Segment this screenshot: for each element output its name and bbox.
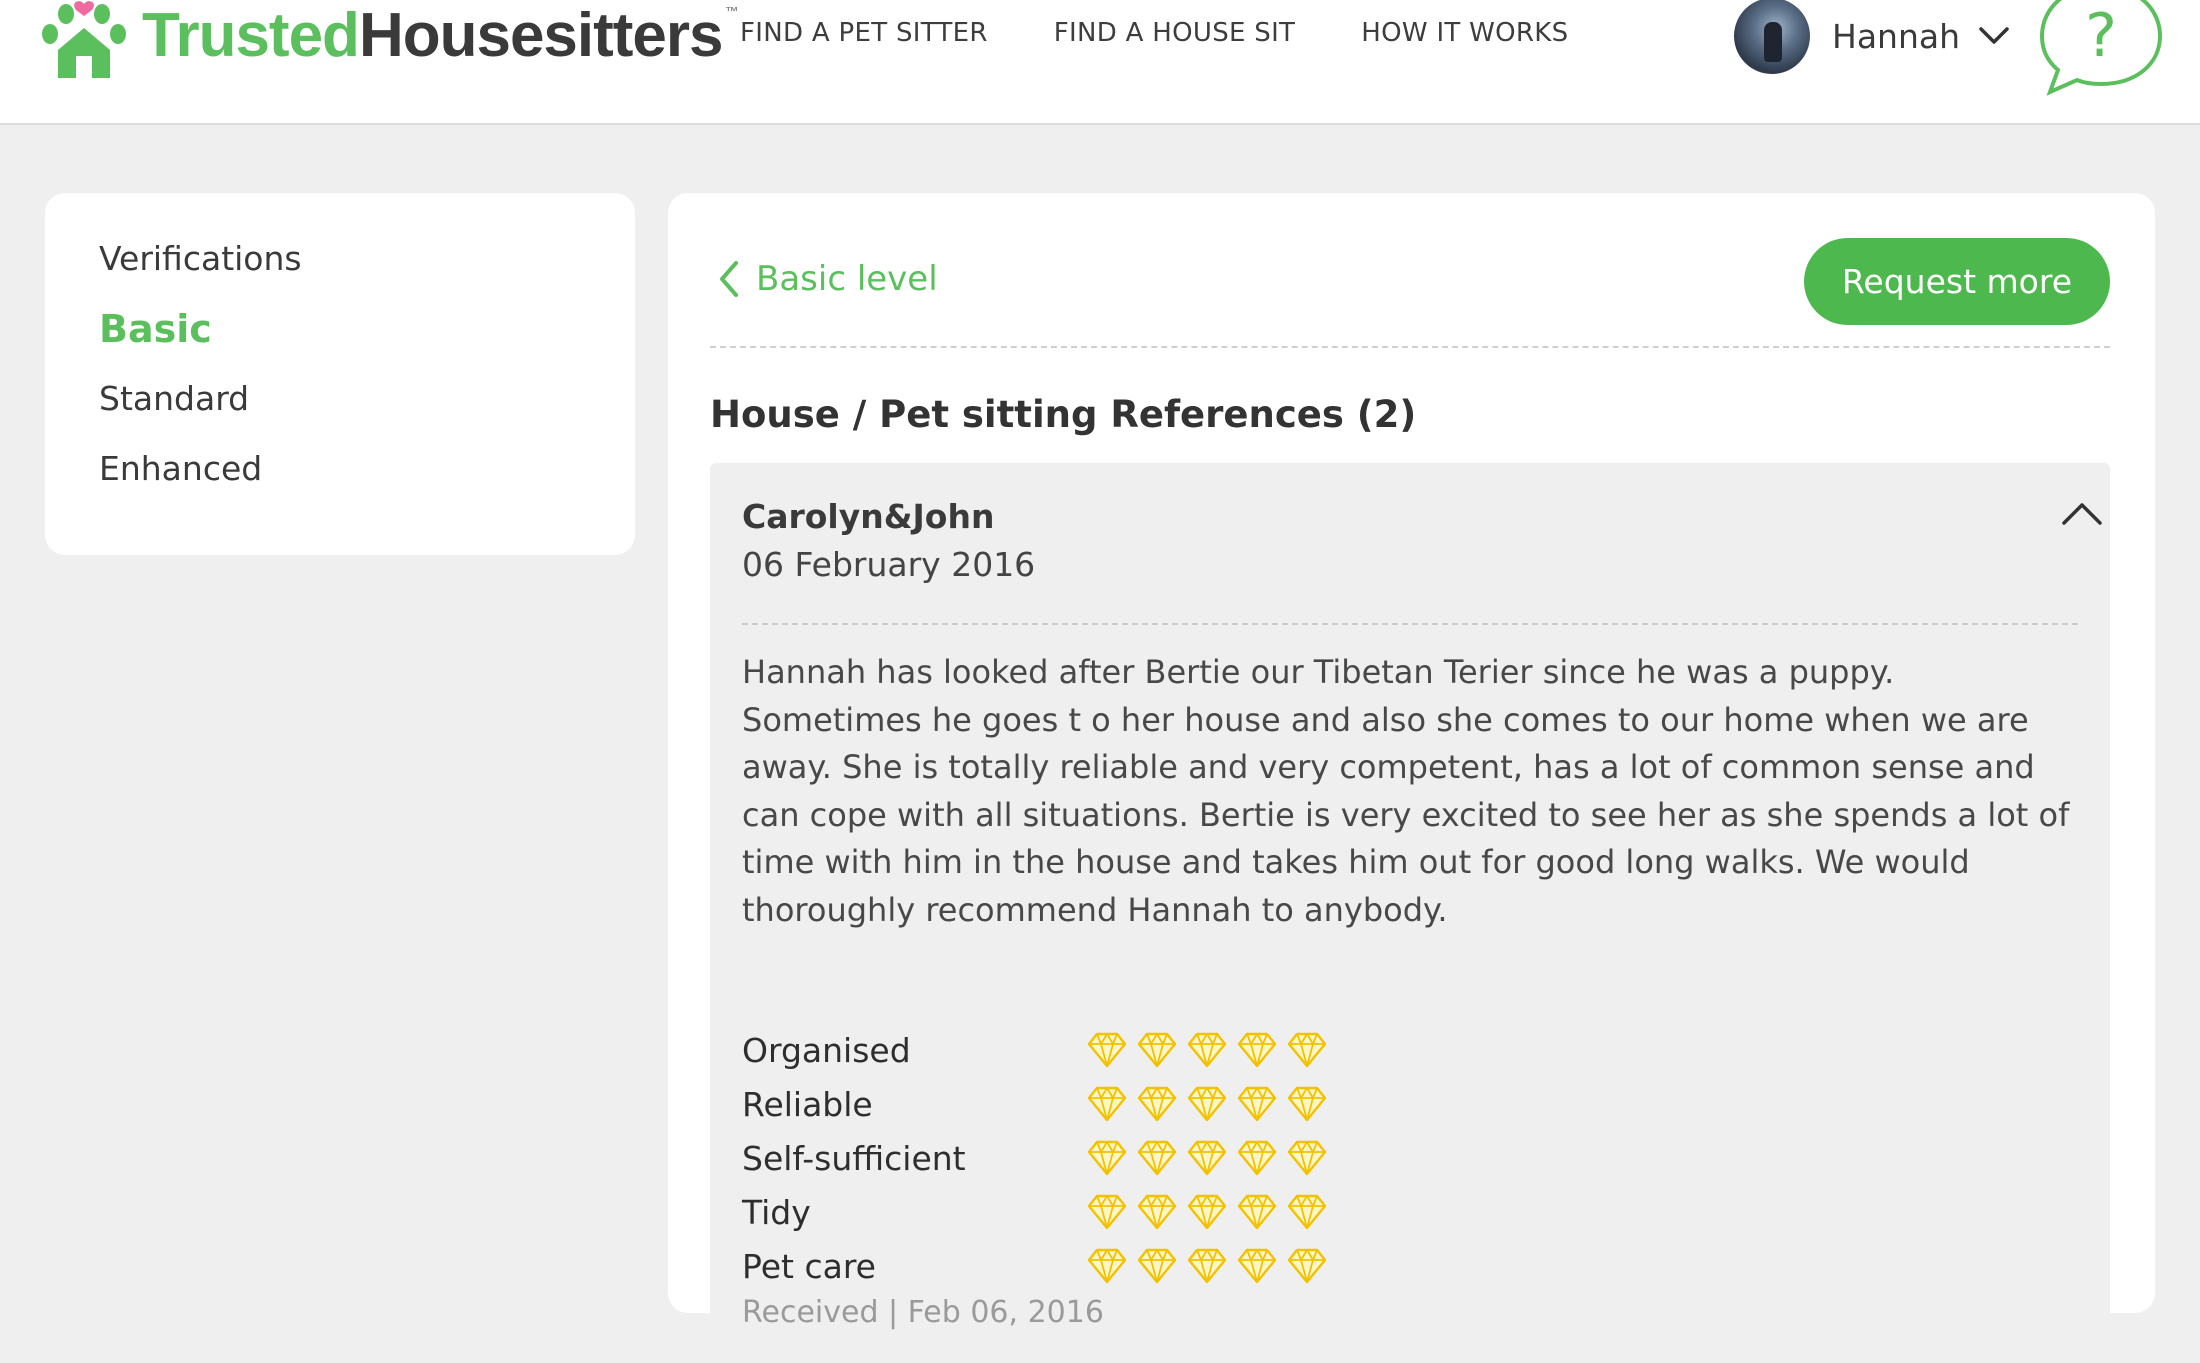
help-symbol: ?: [2085, 1, 2117, 71]
user-menu[interactable]: Hannah: [1734, 0, 2010, 74]
back-link[interactable]: Basic level: [718, 259, 938, 299]
diamond-icon: [1187, 1032, 1227, 1068]
diamond-icon: [1287, 1140, 1327, 1176]
received-date: Received | Feb 06, 2016: [742, 1295, 1104, 1330]
back-label[interactable]: Basic level: [756, 259, 938, 299]
diamond-icon: [1187, 1248, 1227, 1284]
reference-author: Carolyn&John: [742, 497, 995, 536]
sidebar-item-standard[interactable]: Standard: [99, 379, 302, 449]
diamond-icon: [1287, 1032, 1327, 1068]
verification-levels-list: Verifications Basic Standard Enhanced: [99, 239, 302, 519]
diamond-icon: [1137, 1194, 1177, 1230]
reference-text: Hannah has looked after Bertie our Tibet…: [742, 653, 2070, 929]
verification-sidebar: Verifications Basic Standard Enhanced: [45, 193, 635, 555]
paw-house-logo-icon: [42, 1, 126, 78]
diamond-icon: [1087, 1032, 1127, 1068]
main-nav: FIND A PET SITTER FIND A HOUSE SIT HOW I…: [740, 18, 1568, 48]
diamond-icon: [1137, 1140, 1177, 1176]
diamond-icon: [1087, 1086, 1127, 1122]
diamond-icon: [1287, 1194, 1327, 1230]
ratings-list: Organised Reliable Self-sufficient Tidy …: [742, 1023, 1327, 1293]
nav-find-pet-sitter[interactable]: FIND A PET SITTER: [740, 18, 988, 48]
rating-gems: [1087, 1247, 1327, 1285]
rating-gems: [1087, 1085, 1327, 1123]
divider: [710, 346, 2110, 348]
reference-date: 06 February 2016: [742, 545, 1036, 584]
rating-label: Tidy: [742, 1192, 811, 1232]
diamond-icon: [1187, 1086, 1227, 1122]
diamond-icon: [1087, 1140, 1127, 1176]
reference-card: Carolyn&John 06 February 2016 Hannah has…: [710, 463, 2110, 1363]
diamond-icon: [1187, 1194, 1227, 1230]
rating-gems: [1087, 1139, 1327, 1177]
diamond-icon: [1187, 1140, 1227, 1176]
top-header: TrustedHousesitters ™ FIND A PET SITTER F…: [0, 0, 2200, 125]
rating-row: Organised: [742, 1023, 1327, 1077]
nav-find-house-sit[interactable]: FIND A HOUSE SIT: [1054, 18, 1296, 48]
section-title: House / Pet sitting References (2): [710, 393, 1417, 436]
rating-gems: [1087, 1031, 1327, 1069]
rating-label: Reliable: [742, 1084, 873, 1124]
diamond-icon: [1287, 1248, 1327, 1284]
diamond-icon: [1237, 1140, 1277, 1176]
nav-how-it-works[interactable]: HOW IT WORKS: [1361, 18, 1568, 48]
logo-word-trusted: Trusted: [142, 1, 360, 70]
rating-row: Reliable: [742, 1077, 1327, 1131]
diamond-icon: [1237, 1086, 1277, 1122]
logo-wordmark: TrustedHousesitters ™: [142, 4, 739, 67]
request-more-button[interactable]: Request more: [1804, 238, 2110, 325]
chevron-left-icon[interactable]: [718, 260, 740, 298]
main-panel: Basic level Request more House / Pet sit…: [668, 193, 2155, 1363]
diamond-icon: [1087, 1248, 1127, 1284]
sidebar-item-basic[interactable]: Basic: [99, 309, 302, 379]
diamond-icon: [1137, 1248, 1177, 1284]
avatar[interactable]: [1734, 0, 1810, 74]
rating-row: Tidy: [742, 1185, 1327, 1239]
logo-word-housesitters: Housesitters: [358, 1, 724, 70]
trustedhousesitters-logo[interactable]: TrustedHousesitters ™: [40, 0, 739, 80]
diamond-icon: [1237, 1032, 1277, 1068]
rating-row: Pet care: [742, 1239, 1327, 1293]
diamond-icon: [1137, 1086, 1177, 1122]
rating-gems: [1087, 1193, 1327, 1231]
sidebar-item-verifications[interactable]: Verifications: [99, 239, 302, 309]
logo-trademark: ™: [725, 4, 739, 19]
user-name[interactable]: Hannah: [1832, 17, 1960, 56]
diamond-icon: [1237, 1194, 1277, 1230]
sidebar-item-enhanced[interactable]: Enhanced: [99, 449, 302, 519]
divider: [742, 623, 2078, 625]
help-icon[interactable]: ?: [2036, 0, 2166, 98]
diamond-icon: [1137, 1032, 1177, 1068]
chevron-down-icon[interactable]: [1978, 26, 2010, 46]
diamond-icon: [1287, 1086, 1327, 1122]
rating-label: Organised: [742, 1030, 911, 1070]
rating-row: Self-sufficient: [742, 1131, 1327, 1185]
diamond-icon: [1237, 1248, 1277, 1284]
rating-label: Self-sufficient: [742, 1138, 966, 1178]
chevron-up-icon[interactable]: [2060, 501, 2104, 527]
diamond-icon: [1087, 1194, 1127, 1230]
